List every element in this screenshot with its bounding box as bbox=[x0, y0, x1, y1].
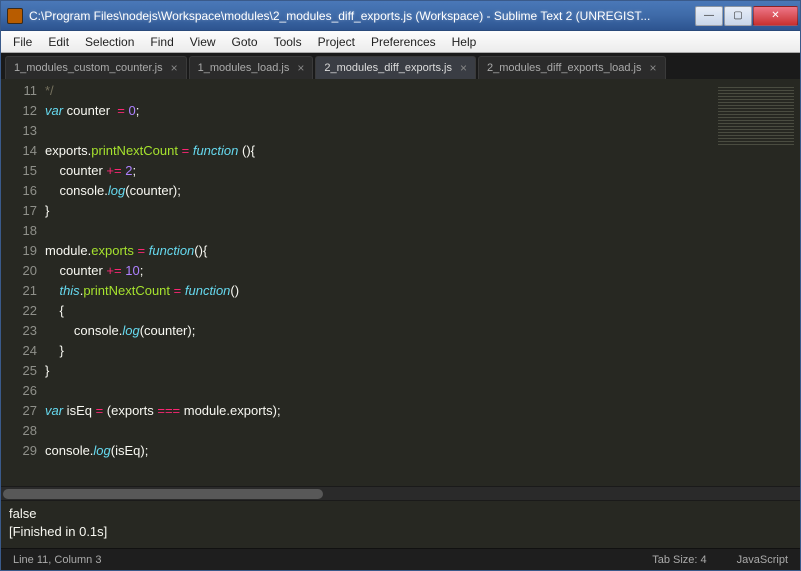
menu-edit[interactable]: Edit bbox=[40, 33, 77, 51]
menubar: File Edit Selection Find View Goto Tools… bbox=[1, 31, 800, 53]
code-line[interactable]: var counter = 0; bbox=[45, 101, 712, 121]
close-icon[interactable]: × bbox=[460, 62, 467, 74]
code-line[interactable] bbox=[45, 381, 712, 401]
code-line[interactable]: console.log(isEq); bbox=[45, 441, 712, 461]
window-controls: — ▢ ✕ bbox=[695, 6, 798, 26]
code-line[interactable] bbox=[45, 121, 712, 141]
window-title: C:\Program Files\nodejs\Workspace\module… bbox=[29, 9, 695, 23]
line-gutter: 11121314151617181920212223242526272829 bbox=[1, 79, 45, 486]
build-output: false[Finished in 0.1s] bbox=[1, 500, 800, 548]
code-line[interactable]: } bbox=[45, 361, 712, 381]
menu-preferences[interactable]: Preferences bbox=[363, 33, 444, 51]
menu-selection[interactable]: Selection bbox=[77, 33, 142, 51]
line-number: 22 bbox=[1, 301, 37, 321]
minimap[interactable] bbox=[712, 79, 800, 486]
scrollbar-thumb[interactable] bbox=[3, 489, 323, 499]
titlebar[interactable]: C:\Program Files\nodejs\Workspace\module… bbox=[1, 1, 800, 31]
console-line: false bbox=[9, 505, 792, 523]
tab-label: 1_modules_load.js bbox=[198, 62, 290, 74]
code-line[interactable]: this.printNextCount = function() bbox=[45, 281, 712, 301]
tab-label: 1_modules_custom_counter.js bbox=[14, 62, 163, 74]
code-line[interactable]: counter += 10; bbox=[45, 261, 712, 281]
menu-find[interactable]: Find bbox=[142, 33, 181, 51]
line-number: 24 bbox=[1, 341, 37, 361]
code-line[interactable]: console.log(counter); bbox=[45, 321, 712, 341]
line-number: 23 bbox=[1, 321, 37, 341]
line-number: 16 bbox=[1, 181, 37, 201]
tab-label: 2_modules_diff_exports_load.js bbox=[487, 62, 642, 74]
line-number: 29 bbox=[1, 441, 37, 461]
line-number: 12 bbox=[1, 101, 37, 121]
status-position[interactable]: Line 11, Column 3 bbox=[13, 554, 101, 566]
code-line[interactable]: } bbox=[45, 201, 712, 221]
tab-label: 2_modules_diff_exports.js bbox=[324, 62, 452, 74]
close-icon[interactable]: × bbox=[297, 62, 304, 74]
line-number: 18 bbox=[1, 221, 37, 241]
app-icon bbox=[7, 8, 23, 24]
editor[interactable]: 11121314151617181920212223242526272829 *… bbox=[1, 79, 800, 486]
close-button[interactable]: ✕ bbox=[753, 6, 798, 26]
code-line[interactable]: module.exports = function(){ bbox=[45, 241, 712, 261]
menu-help[interactable]: Help bbox=[444, 33, 485, 51]
menu-view[interactable]: View bbox=[182, 33, 224, 51]
maximize-button[interactable]: ▢ bbox=[724, 6, 752, 26]
menu-project[interactable]: Project bbox=[310, 33, 363, 51]
line-number: 15 bbox=[1, 161, 37, 181]
line-number: 11 bbox=[1, 81, 37, 101]
line-number: 17 bbox=[1, 201, 37, 221]
statusbar: Line 11, Column 3 Tab Size: 4 JavaScript bbox=[1, 548, 800, 570]
minimize-button[interactable]: — bbox=[695, 6, 723, 26]
code-line[interactable]: console.log(counter); bbox=[45, 181, 712, 201]
horizontal-scrollbar[interactable] bbox=[1, 486, 800, 500]
minimap-content bbox=[718, 87, 794, 147]
tab-2_modules_diff_exports_load-js[interactable]: 2_modules_diff_exports_load.js × bbox=[478, 56, 666, 79]
line-number: 27 bbox=[1, 401, 37, 421]
code-line[interactable] bbox=[45, 461, 712, 481]
line-number: 19 bbox=[1, 241, 37, 261]
code-line[interactable]: counter += 2; bbox=[45, 161, 712, 181]
app-window: C:\Program Files\nodejs\Workspace\module… bbox=[0, 0, 801, 571]
close-icon[interactable]: × bbox=[650, 62, 657, 74]
code-line[interactable]: { bbox=[45, 301, 712, 321]
tab-2_modules_diff_exports-js[interactable]: 2_modules_diff_exports.js × bbox=[315, 56, 476, 79]
line-number: 20 bbox=[1, 261, 37, 281]
line-number: 13 bbox=[1, 121, 37, 141]
status-syntax[interactable]: JavaScript bbox=[737, 554, 788, 566]
menu-tools[interactable]: Tools bbox=[266, 33, 310, 51]
status-tab-size[interactable]: Tab Size: 4 bbox=[652, 554, 706, 566]
line-number: 28 bbox=[1, 421, 37, 441]
menu-goto[interactable]: Goto bbox=[224, 33, 266, 51]
code-line[interactable]: */ bbox=[45, 81, 712, 101]
code-line[interactable] bbox=[45, 421, 712, 441]
close-icon[interactable]: × bbox=[171, 62, 178, 74]
tab-1_modules_load-js[interactable]: 1_modules_load.js × bbox=[189, 56, 314, 79]
line-number: 25 bbox=[1, 361, 37, 381]
tab-1_modules_custom_counter-js[interactable]: 1_modules_custom_counter.js × bbox=[5, 56, 187, 79]
tabbar: 1_modules_custom_counter.js×1_modules_lo… bbox=[1, 53, 800, 79]
code-area[interactable]: */var counter = 0; exports.printNextCount… bbox=[45, 79, 712, 486]
line-number: 26 bbox=[1, 381, 37, 401]
line-number: 21 bbox=[1, 281, 37, 301]
menu-file[interactable]: File bbox=[5, 33, 40, 51]
console-line: [Finished in 0.1s] bbox=[9, 523, 792, 541]
code-line[interactable]: var isEq = (exports === module.exports); bbox=[45, 401, 712, 421]
code-line[interactable]: exports.printNextCount = function (){ bbox=[45, 141, 712, 161]
code-line[interactable] bbox=[45, 221, 712, 241]
code-line[interactable]: } bbox=[45, 341, 712, 361]
line-number: 14 bbox=[1, 141, 37, 161]
